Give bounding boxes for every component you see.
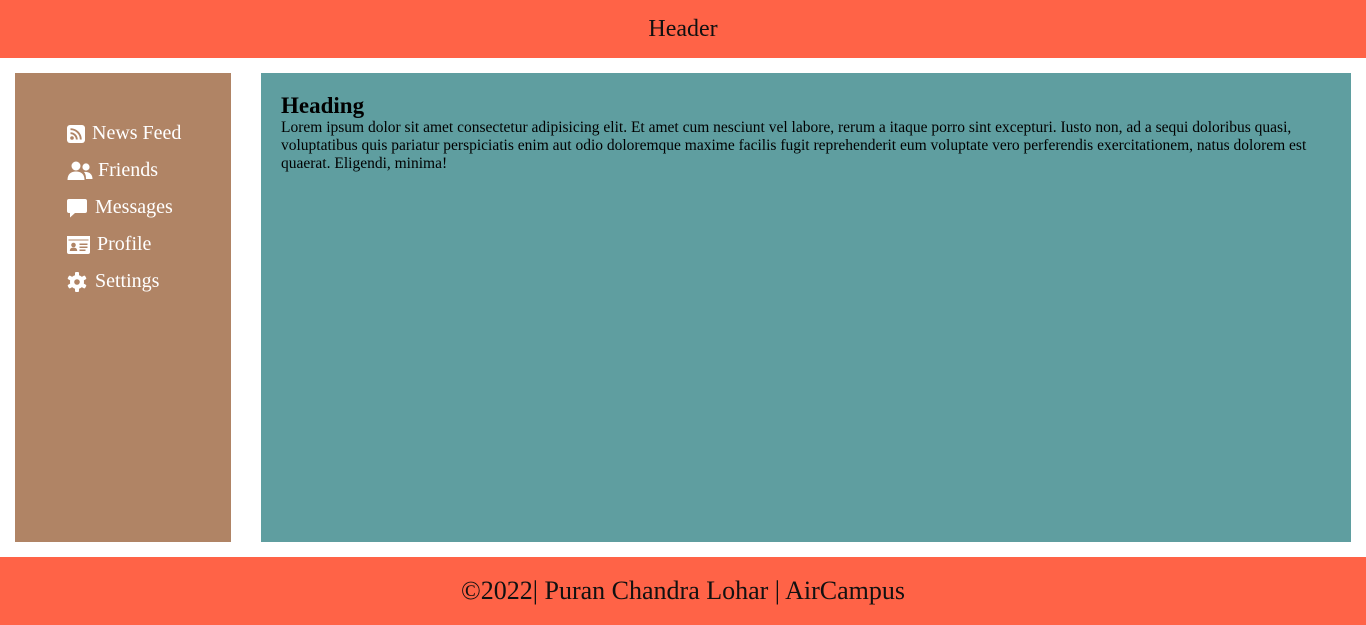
content-paragraph: Lorem ipsum dolor sit amet consectetur a… (281, 119, 1307, 172)
sidebar-item-label: Settings (95, 270, 160, 292)
header-title: Header (648, 15, 718, 42)
sidebar-item-news-feed[interactable]: News Feed (67, 115, 181, 152)
users-icon (67, 161, 95, 181)
sidebar-item-label: News Feed (92, 122, 182, 144)
rss-icon (67, 124, 89, 144)
gear-icon (67, 271, 92, 292)
footer-text: ©2022| Puran Chandra Lohar | AirCampus (461, 576, 905, 605)
sidebar-nav: News Feed Friends Messages Profile Setti… (67, 115, 181, 300)
message-icon (67, 198, 92, 218)
sidebar-item-label: Messages (95, 196, 173, 218)
page-footer: ©2022| Puran Chandra Lohar | AirCampus (0, 557, 1366, 625)
sidebar: News Feed Friends Messages Profile Setti… (15, 73, 231, 542)
sidebar-item-label: Friends (98, 159, 158, 181)
sidebar-item-friends[interactable]: Friends (67, 152, 181, 189)
sidebar-item-profile[interactable]: Profile (67, 226, 181, 263)
sidebar-item-settings[interactable]: Settings (67, 263, 181, 300)
sidebar-item-label: Profile (97, 233, 152, 255)
id-card-icon (67, 235, 94, 255)
sidebar-item-messages[interactable]: Messages (67, 189, 181, 226)
content-heading: Heading (281, 93, 365, 118)
page-header: Header (0, 0, 1366, 58)
main-content: Heading Lorem ipsum dolor sit amet conse… (261, 73, 1351, 542)
